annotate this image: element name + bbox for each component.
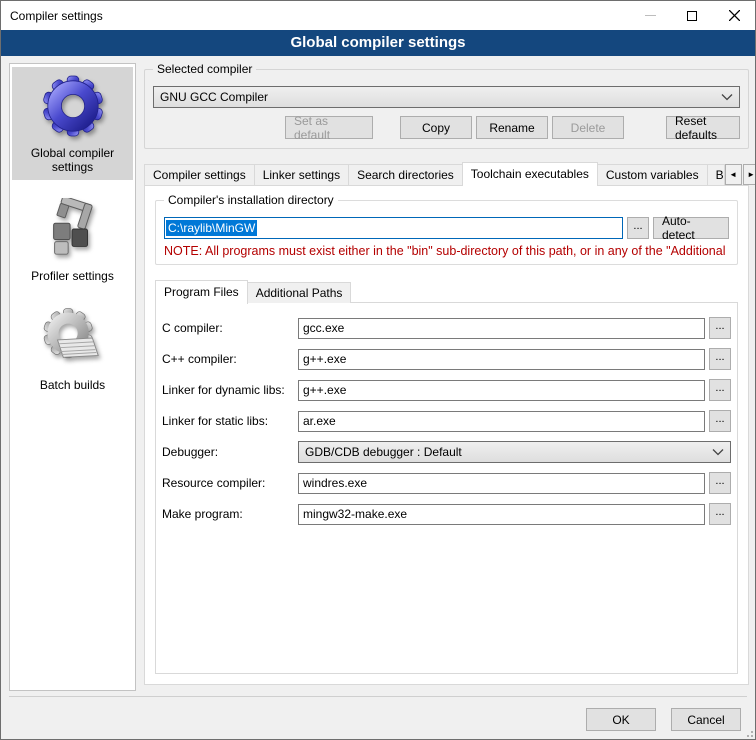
close-button[interactable] [713,1,755,30]
rename-button[interactable]: Rename [476,116,548,139]
subtab-additional-paths[interactable]: Additional Paths [247,282,352,303]
sidebar-item-label: Global compiler settings [14,146,131,174]
gray-gear-stack-icon [42,307,104,372]
debugger-select[interactable]: GDB/CDB debugger : Default [298,441,731,463]
cancel-button[interactable]: Cancel [671,708,741,731]
linker-static-label: Linker for static libs: [162,414,298,428]
tab-linker-settings[interactable]: Linker settings [254,164,349,185]
set-as-default-button[interactable]: Set as default [285,116,373,139]
make-program-input[interactable] [298,504,705,525]
field-row-debugger: Debugger: GDB/CDB debugger : Default [162,441,731,463]
reset-defaults-button[interactable]: Reset defaults [666,116,740,139]
installation-directory-input[interactable]: C:\raylib\MinGW [164,217,623,239]
linker-static-browse-button[interactable]: ... [709,410,731,432]
arrow-left-icon: ◄ [729,170,737,179]
make-program-label: Make program: [162,507,298,521]
resource-compiler-label: Resource compiler: [162,476,298,490]
tab-scroll-right-button[interactable]: ► [743,164,756,185]
chevron-down-icon [721,93,733,101]
resize-grip-icon[interactable] [743,727,753,737]
tab-scroll-arrows: ◄ ► [724,164,756,185]
sidebar-item-label: Batch builds [40,378,105,392]
minimize-button[interactable] [629,1,671,30]
minimize-icon [645,15,656,16]
make-program-browse-button[interactable]: ... [709,503,731,525]
installation-directory-group: Compiler's installation directory C:\ray… [155,200,738,265]
compiler-settings-dialog: Compiler settings Global compiler settin… [0,0,756,740]
close-icon [729,10,740,21]
field-row-cpp-compiler: C++ compiler: ... [162,348,731,370]
settings-category-list: Global compiler settings Profiler settin… [9,63,136,691]
bin-subdirectory-note: NOTE: All programs must exist either in … [164,244,729,258]
installation-directory-row: C:\raylib\MinGW ... Auto-detect [164,217,729,239]
compiler-button-row: Set as default Copy Rename Delete Reset … [153,116,740,139]
tab-search-directories[interactable]: Search directories [348,164,463,185]
blue-gear-icon [42,75,104,140]
field-row-linker-dynamic: Linker for dynamic libs: ... [162,379,731,401]
linker-static-input[interactable] [298,411,705,432]
cpp-compiler-input[interactable] [298,349,705,370]
chevron-down-icon [712,448,724,456]
field-row-resource-compiler: Resource compiler: ... [162,472,731,494]
debugger-label: Debugger: [162,445,298,459]
delete-button[interactable]: Delete [552,116,624,139]
resource-compiler-input[interactable] [298,473,705,494]
auto-detect-button[interactable]: Auto-detect [653,217,729,239]
compiler-select-value: GNU GCC Compiler [160,90,721,104]
cpp-compiler-label: C++ compiler: [162,352,298,366]
sidebar-item-profiler-settings[interactable]: Profiler settings [12,190,133,289]
maximize-icon [687,11,697,21]
debugger-select-value: GDB/CDB debugger : Default [305,445,712,459]
selected-compiler-group-label: Selected compiler [153,62,256,76]
toolchain-executables-panel: Compiler's installation directory C:\ray… [144,185,749,685]
settings-tabstrip: Compiler settings Linker settings Search… [144,161,749,185]
linker-dynamic-input[interactable] [298,380,705,401]
window-title: Compiler settings [1,9,629,23]
cpp-compiler-browse-button[interactable]: ... [709,348,731,370]
resource-compiler-browse-button[interactable]: ... [709,472,731,494]
sidebar-item-batch-builds[interactable]: Batch builds [12,299,133,398]
tab-compiler-settings[interactable]: Compiler settings [144,164,255,185]
c-compiler-label: C compiler: [162,321,298,335]
field-row-linker-static: Linker for static libs: ... [162,410,731,432]
maximize-button[interactable] [671,1,713,30]
subtab-program-files[interactable]: Program Files [155,280,248,304]
linker-dynamic-label: Linker for dynamic libs: [162,383,298,397]
c-compiler-browse-button[interactable]: ... [709,317,731,339]
copy-button[interactable]: Copy [400,116,472,139]
tab-toolchain-executables[interactable]: Toolchain executables [462,162,598,186]
program-files-panel: C compiler: ... C++ compiler: ... Linker… [155,302,738,674]
installation-directory-group-label: Compiler's installation directory [164,193,338,207]
sidebar-item-label: Profiler settings [31,269,114,283]
caliper-blocks-icon [42,198,104,263]
sidebar-item-global-compiler-settings[interactable]: Global compiler settings [12,67,133,180]
tab-build[interactable]: Build [707,164,725,185]
footer-divider [9,696,747,697]
arrow-right-icon: ► [747,170,755,179]
main-panel: Selected compiler GNU GCC Compiler Set a… [144,61,749,685]
tab-scroll-left-button[interactable]: ◄ [725,164,742,185]
c-compiler-input[interactable] [298,318,705,339]
titlebar: Compiler settings [1,1,755,30]
linker-dynamic-browse-button[interactable]: ... [709,379,731,401]
programs-subtabstrip: Program Files Additional Paths [155,279,738,303]
field-row-c-compiler: C compiler: ... [162,317,731,339]
tab-custom-variables[interactable]: Custom variables [597,164,708,185]
ok-button[interactable]: OK [586,708,656,731]
installation-directory-selected-text: C:\raylib\MinGW [166,220,257,236]
field-row-make-program: Make program: ... [162,503,731,525]
compiler-select[interactable]: GNU GCC Compiler [153,86,740,108]
directory-browse-button[interactable]: ... [627,217,649,239]
selected-compiler-group: Selected compiler GNU GCC Compiler Set a… [144,69,749,149]
page-title: Global compiler settings [1,30,755,56]
